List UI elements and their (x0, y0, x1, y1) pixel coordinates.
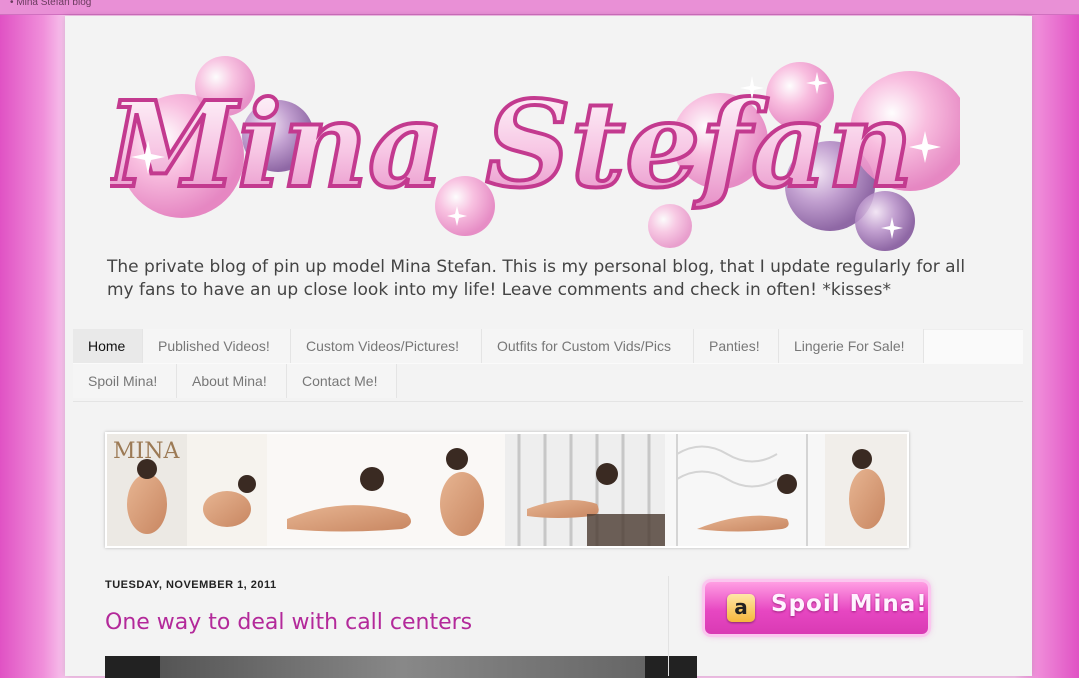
post-date: TUESDAY, NOVEMBER 1, 2011 (105, 579, 277, 591)
tab-outfits[interactable]: Outfits for Custom Vids/Pics (482, 329, 694, 363)
blog-description: The private blog of pin up model Mina St… (107, 257, 966, 300)
column-divider (668, 576, 669, 676)
browser-top-strip: • Mina Stefan blog (0, 0, 1079, 15)
logo-text: Mina Stefan (110, 75, 913, 214)
post-title[interactable]: One way to deal with call centers (105, 610, 472, 635)
spoil-mina-label: Spoil Mina! (771, 591, 928, 617)
tab-spoil-mina[interactable]: Spoil Mina! (73, 364, 177, 398)
banner-text: MINA (113, 439, 180, 464)
tab-lingerie-for-sale[interactable]: Lingerie For Sale! (779, 329, 924, 363)
tab-home[interactable]: Home (73, 329, 143, 363)
blog-page: Mina Stefan The private blog of pin up m… (65, 16, 1032, 678)
tab-about-mina[interactable]: About Mina! (177, 364, 287, 398)
status-text: • Mina Stefan blog (10, 0, 92, 8)
photo-banner[interactable]: MINA (105, 432, 909, 548)
nav-tabs: Home Published Videos! Custom Videos/Pic… (73, 329, 1023, 402)
tab-contact-me[interactable]: Contact Me! (287, 364, 397, 398)
blog-logo[interactable]: Mina Stefan (110, 36, 960, 261)
amazon-icon: a (727, 594, 755, 622)
spoil-mina-button[interactable]: a Spoil Mina! (705, 582, 928, 634)
tab-custom-videos-pictures[interactable]: Custom Videos/Pictures! (291, 329, 482, 363)
tab-published-videos[interactable]: Published Videos! (143, 329, 291, 363)
post-image[interactable] (105, 656, 697, 678)
post-image-content (160, 656, 645, 678)
tab-panties[interactable]: Panties! (694, 329, 779, 363)
